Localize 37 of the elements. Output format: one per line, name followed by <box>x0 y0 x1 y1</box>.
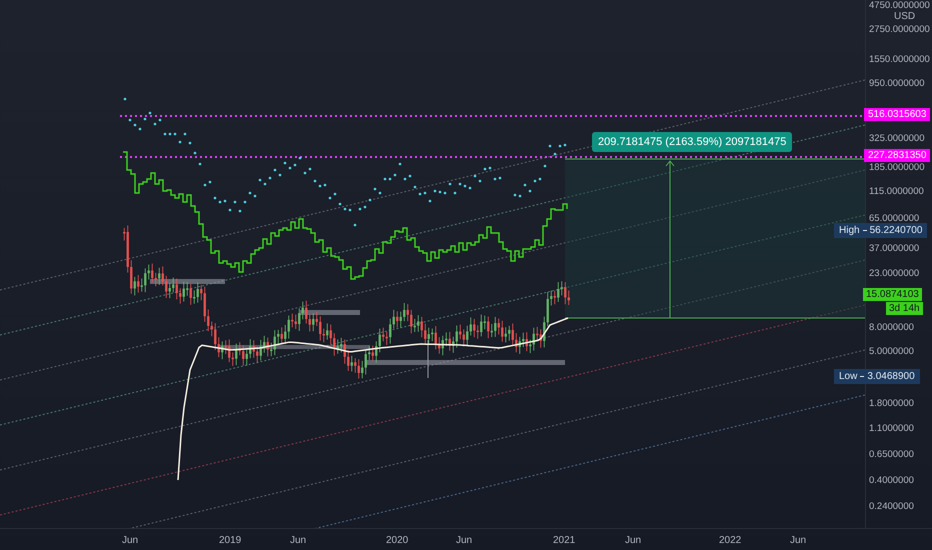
time-tick: 2022 <box>719 535 742 546</box>
price-tick: 0.2400000 <box>869 501 914 513</box>
price-tick: 65.0000000 <box>869 213 920 225</box>
price-tick: 1550.0000000 <box>869 54 930 66</box>
currency-label: USD <box>894 11 916 23</box>
time-tick: Jun <box>456 535 472 546</box>
time-tick: Jun <box>122 535 138 546</box>
measure-tooltip: 209.7181475 (2163.59%) 2097181475 <box>592 132 792 152</box>
price-label: 227.2831350 <box>864 149 930 162</box>
time-tick: 2021 <box>553 535 576 546</box>
extreme-name: High <box>839 224 860 237</box>
extreme-value: 3.0468900 <box>867 370 915 383</box>
countdown-label: 3d 14h <box>886 302 923 315</box>
price-tick: 37.0000000 <box>869 243 920 255</box>
price-tick: 325.0000000 <box>869 133 924 145</box>
time-tick: Jun <box>790 535 806 546</box>
price-tick: 0.4000000 <box>869 475 914 487</box>
price-tick: 950.0000000 <box>869 78 924 90</box>
time-tick: 2019 <box>219 535 242 546</box>
price-tick: 0.6500000 <box>869 449 914 461</box>
price-tick: 115.0000000 <box>869 186 924 198</box>
range-zone <box>300 310 360 315</box>
extreme-value: 56.2240700 <box>870 224 922 237</box>
price-tick: 5.0000000 <box>869 346 914 358</box>
price-tick: 4750.0000000 <box>869 0 930 12</box>
time-tick: Jun <box>625 535 642 546</box>
extreme-name: Low <box>839 370 858 383</box>
time-tick: 2020 <box>386 535 408 546</box>
price-tick: 23.0000000 <box>869 268 920 280</box>
price-label: 516.0315603 <box>864 108 930 121</box>
price-tick: 1.8000000 <box>869 398 914 410</box>
time-tick: Jun <box>290 535 306 546</box>
last-price-label: 15.0874103 <box>863 288 922 301</box>
price-tick: 1.1000000 <box>869 423 914 435</box>
price-tick: 185.0000000 <box>869 162 924 174</box>
price-tick: 2750.0000000 <box>869 24 930 36</box>
price-tick: 8.0000000 <box>869 322 914 334</box>
